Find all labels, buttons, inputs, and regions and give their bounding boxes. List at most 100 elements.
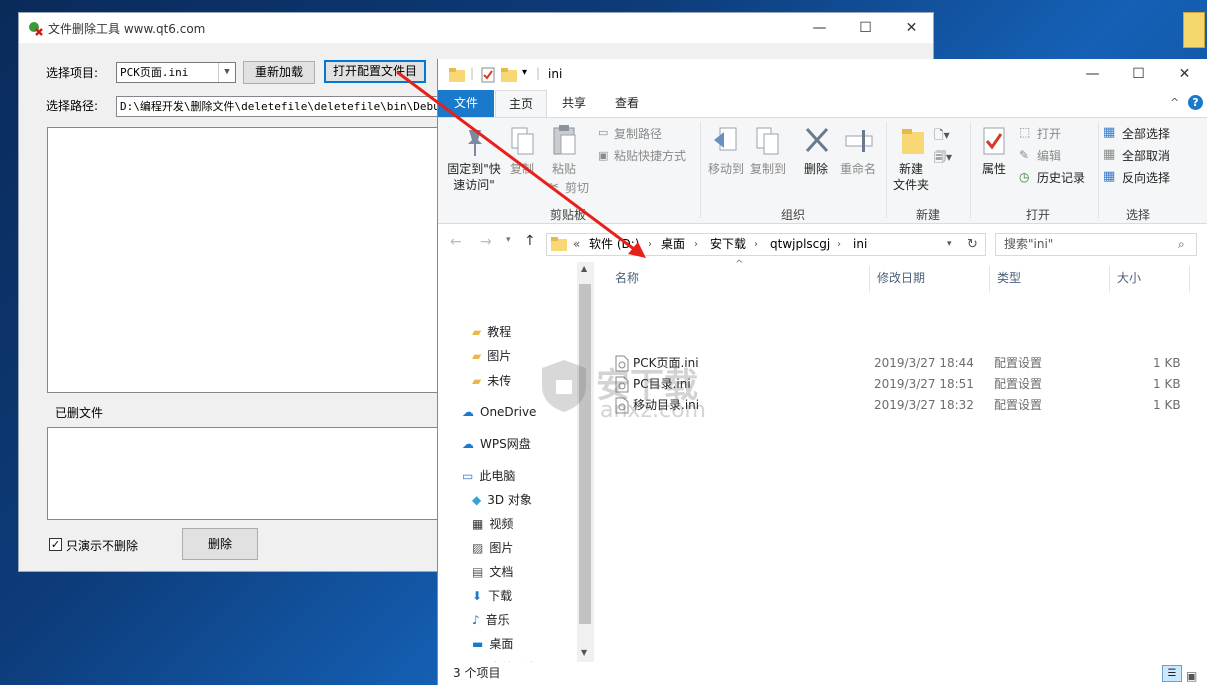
delete-button[interactable]: 删除 xyxy=(182,528,258,560)
explorer-maximize-button[interactable]: ☐ xyxy=(1116,59,1161,89)
move-to-icon[interactable] xyxy=(712,126,740,156)
nav-item[interactable]: ♪ 音乐 xyxy=(438,608,577,632)
breadcrumb-item[interactable]: 桌面 xyxy=(661,234,685,255)
rename-icon[interactable] xyxy=(844,128,874,154)
breadcrumb-item[interactable]: ini xyxy=(853,234,867,255)
new-folder-icon[interactable] xyxy=(501,68,517,82)
column-header-size[interactable]: 大小 xyxy=(1117,266,1141,290)
path-input[interactable]: D:\编程开发\删除文件\deletefile\deletefile\bin\D… xyxy=(116,96,438,117)
scrollbar-thumb[interactable] xyxy=(579,284,591,624)
recent-locations-icon[interactable]: ▾ xyxy=(506,235,511,245)
edit-button[interactable]: 编辑 xyxy=(1037,148,1061,164)
column-divider[interactable] xyxy=(869,266,870,292)
delete-icon[interactable] xyxy=(804,126,830,154)
select-none-button[interactable]: 全部取消 xyxy=(1122,148,1170,164)
column-header-name[interactable]: 名称 xyxy=(615,266,639,290)
open-config-dir-button[interactable]: 打开配置文件目 xyxy=(324,60,426,83)
breadcrumb-item[interactable]: 安下载 xyxy=(710,234,746,255)
collapse-ribbon-icon[interactable]: ^ xyxy=(1170,96,1179,109)
file-row[interactable]: PCK页面.ini 2019/3/27 18:44 配置设置 1 KB xyxy=(611,353,1201,374)
demo-only-checkbox[interactable]: ✓ xyxy=(49,538,62,551)
breadcrumb-separator-icon[interactable]: › xyxy=(648,234,652,255)
open-button[interactable]: 打开 xyxy=(1037,126,1061,142)
nav-item[interactable]: ⬇ 下载 xyxy=(438,584,577,608)
file-date: 2019/3/27 18:44 xyxy=(874,356,974,370)
sort-indicator-icon: ^ xyxy=(735,259,744,270)
help-icon[interactable]: ? xyxy=(1188,95,1203,110)
nav-item[interactable]: ▦ 视频 xyxy=(438,512,577,536)
details-view-icon[interactable]: ☰ xyxy=(1162,665,1182,682)
column-header-date[interactable]: 修改日期 xyxy=(877,266,925,290)
scroll-up-icon[interactable]: ▲ xyxy=(581,264,587,273)
tab-file[interactable]: 文件 xyxy=(438,90,494,117)
reload-button[interactable]: 重新加载 xyxy=(243,61,315,84)
column-header-type[interactable]: 类型 xyxy=(997,266,1021,290)
deleted-files-box[interactable] xyxy=(47,427,439,520)
delete-ribbon-button[interactable]: 删除 xyxy=(798,161,834,177)
search-icon[interactable]: ⌕ xyxy=(1178,234,1185,255)
pin-quick-access-button[interactable]: 固定到"快 速访问" xyxy=(444,161,504,193)
column-divider[interactable] xyxy=(1189,266,1190,292)
copy-to-button[interactable]: 复制到 xyxy=(744,161,792,177)
nav-item[interactable]: ☁ WPS网盘 xyxy=(438,432,577,456)
address-history-icon[interactable]: ▾ xyxy=(947,234,952,255)
large-icons-view-icon[interactable]: ▣ xyxy=(1186,665,1197,685)
select-all-button[interactable]: 全部选择 xyxy=(1122,126,1170,142)
customize-qat-icon[interactable]: ▾ xyxy=(522,67,527,78)
breadcrumb-separator-icon[interactable]: › xyxy=(754,234,758,255)
column-divider[interactable] xyxy=(1109,266,1110,292)
new-folder-button[interactable]: 新建 文件夹 xyxy=(888,161,934,193)
explorer-minimize-button[interactable]: — xyxy=(1070,59,1115,89)
up-icon[interactable]: ↑ xyxy=(524,233,536,249)
new-folder-icon[interactable] xyxy=(900,126,926,156)
properties-icon[interactable] xyxy=(982,126,1006,156)
easy-access-icon[interactable]: 🗐▾ xyxy=(934,148,952,169)
explorer-close-button[interactable]: ✕ xyxy=(1162,59,1207,89)
scroll-down-icon[interactable]: ▼ xyxy=(581,648,587,657)
tab-view[interactable]: 查看 xyxy=(604,90,650,117)
breadcrumb-item[interactable]: qtwjplscgj xyxy=(770,234,830,255)
rename-button[interactable]: 重命名 xyxy=(836,161,880,177)
project-select[interactable]: PCK页面.ini ▼ xyxy=(116,62,236,83)
nav-item[interactable]: ◆ 3D 对象 xyxy=(438,488,577,512)
chevron-down-icon[interactable]: ▼ xyxy=(218,63,235,82)
nav-item[interactable]: ▤ 文档 xyxy=(438,560,577,584)
address-bar[interactable]: « 软件 (D:) › 桌面 › 安下载 › qtwjplscgj › ini … xyxy=(546,233,986,256)
file-list-box[interactable] xyxy=(47,127,439,393)
copy-path-button[interactable]: 复制路径 xyxy=(614,126,662,142)
paste-button[interactable]: 粘贴 xyxy=(546,161,582,177)
properties-button[interactable]: 属性 xyxy=(974,161,1014,177)
copy-to-icon[interactable] xyxy=(754,126,782,156)
breadcrumb-overflow[interactable]: « xyxy=(573,234,580,255)
nav-item[interactable]: ▬ 桌面 xyxy=(438,632,577,656)
properties-icon[interactable] xyxy=(481,67,495,83)
paste-icon[interactable] xyxy=(552,124,578,156)
nav-item[interactable]: ▨ 图片 xyxy=(438,536,577,560)
refresh-icon[interactable]: ↻ xyxy=(967,234,978,255)
close-button[interactable]: ✕ xyxy=(889,13,934,43)
nav-item[interactable]: ▰ 教程 xyxy=(438,320,577,344)
pin-icon[interactable] xyxy=(464,128,486,158)
forward-icon[interactable]: → xyxy=(480,234,492,250)
file-row[interactable]: PC目录.ini 2019/3/27 18:51 配置设置 1 KB xyxy=(611,374,1201,395)
breadcrumb-separator-icon[interactable]: › xyxy=(694,234,698,255)
cut-button[interactable]: 剪切 xyxy=(565,180,589,196)
paste-shortcut-button[interactable]: 粘贴快捷方式 xyxy=(614,148,686,164)
tab-home[interactable]: 主页 xyxy=(495,90,547,117)
minimize-button[interactable]: — xyxy=(797,13,842,43)
history-button[interactable]: 历史记录 xyxy=(1037,170,1085,186)
tab-share[interactable]: 共享 xyxy=(550,90,598,117)
invert-selection-button[interactable]: 反向选择 xyxy=(1122,170,1170,186)
copy-icon[interactable] xyxy=(510,126,536,156)
new-item-icon[interactable]: 🗋▾ xyxy=(934,126,950,147)
search-input[interactable]: 搜索"ini" ⌕ xyxy=(995,233,1197,256)
back-icon[interactable]: ← xyxy=(450,234,462,250)
breadcrumb-separator-icon[interactable]: › xyxy=(837,234,841,255)
maximize-button[interactable]: ☐ xyxy=(843,13,888,43)
nav-item[interactable]: ▭ 此电脑 xyxy=(438,464,577,488)
breadcrumb-item[interactable]: 软件 (D:) xyxy=(589,234,639,255)
desktop-file-icon[interactable] xyxy=(1183,12,1205,48)
copy-button[interactable]: 复制 xyxy=(504,161,540,177)
column-divider[interactable] xyxy=(989,266,990,292)
navigation-scrollbar[interactable]: ▲ ▼ xyxy=(577,262,594,662)
